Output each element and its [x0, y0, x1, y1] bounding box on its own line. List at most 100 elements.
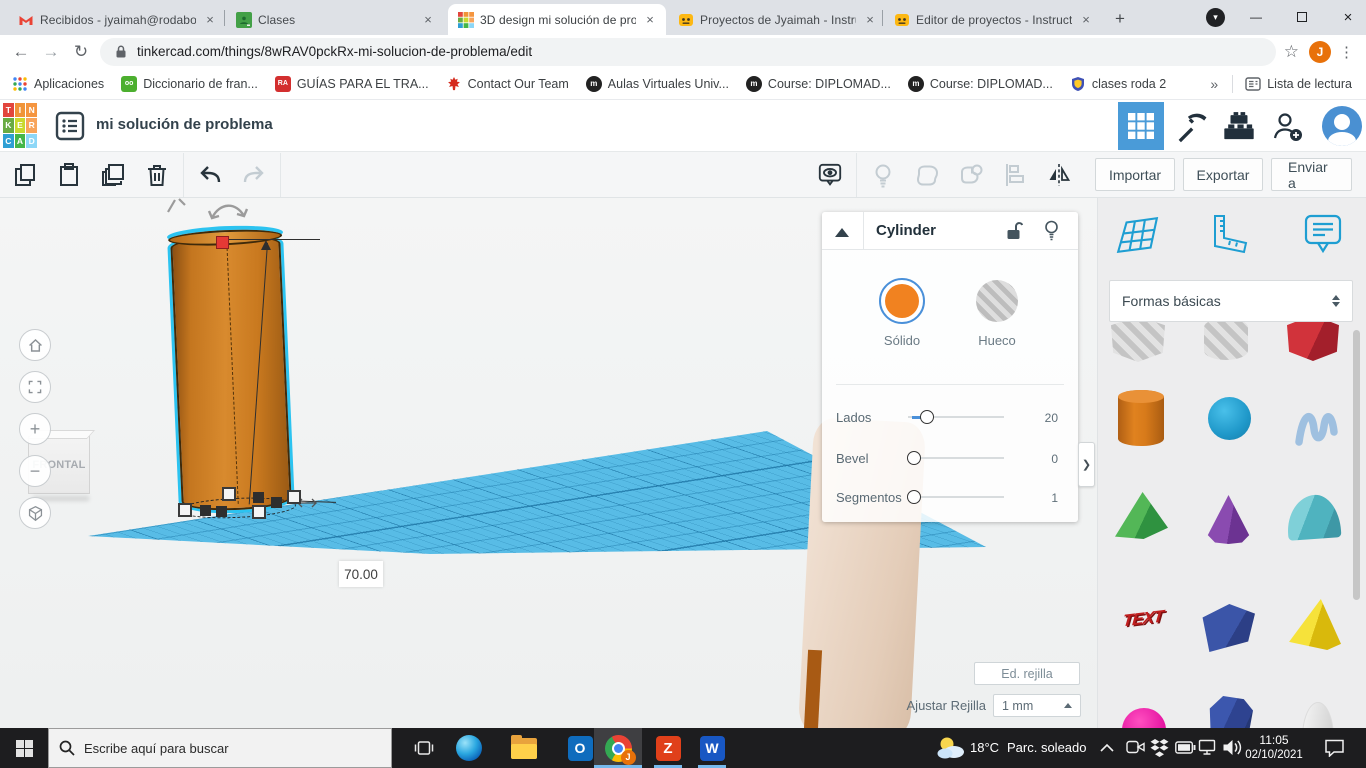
- chrome-taskbar-button[interactable]: J: [594, 728, 642, 768]
- export-button[interactable]: Exportar: [1183, 158, 1263, 191]
- speaker-icon[interactable]: [1222, 738, 1242, 757]
- search-input[interactable]: [84, 740, 364, 756]
- minecraft-mode-button[interactable]: [1168, 102, 1214, 150]
- material-hole-button[interactable]: [976, 280, 1018, 322]
- back-button[interactable]: ←: [6, 42, 36, 62]
- tinkercad-avatar[interactable]: [1322, 106, 1362, 146]
- ruler-tool-icon[interactable]: [1206, 212, 1252, 258]
- design-title[interactable]: mi solución de problema: [96, 116, 273, 133]
- window-close-button[interactable]: ×: [1330, 0, 1366, 34]
- segments-slider-handle[interactable]: [907, 490, 921, 504]
- undo-icon[interactable]: [197, 162, 223, 188]
- window-minimize-button[interactable]: —: [1238, 0, 1274, 34]
- battery-icon[interactable]: [1175, 741, 1196, 754]
- bookmark-course-2[interactable]: m Course: DIPLOMAD...: [907, 75, 1053, 92]
- bevel-slider-track[interactable]: [908, 457, 1004, 459]
- explorer-taskbar-button[interactable]: [504, 728, 544, 768]
- edge-handle[interactable]: [216, 506, 227, 517]
- notes-tool-icon[interactable]: [1302, 212, 1344, 258]
- reading-list-button[interactable]: Lista de lectura: [1245, 76, 1352, 92]
- shape-sphere[interactable]: [1208, 397, 1251, 440]
- align-icon[interactable]: [1002, 162, 1028, 188]
- bulb-icon[interactable]: [870, 162, 896, 188]
- mirror-icon[interactable]: [1046, 162, 1072, 188]
- tray-expand-icon[interactable]: [1100, 743, 1114, 752]
- bookmark-star-icon[interactable]: ☆: [1284, 42, 1299, 62]
- weather-icon[interactable]: [936, 735, 966, 761]
- tab-close-icon[interactable]: ×: [202, 12, 218, 27]
- edge-handle[interactable]: [271, 497, 282, 508]
- shape-paraboloid[interactable]: [1302, 702, 1334, 728]
- corner-handle[interactable]: [287, 490, 301, 504]
- rotate-handle-icon[interactable]: [165, 198, 187, 214]
- reload-button[interactable]: ↻: [66, 42, 96, 62]
- start-button[interactable]: [0, 728, 48, 768]
- task-view-button[interactable]: [404, 728, 444, 768]
- dropbox-icon[interactable]: [1150, 739, 1169, 757]
- height-handle[interactable]: [216, 236, 229, 249]
- taskbar-clock[interactable]: 11:05 02/10/2021: [1240, 728, 1308, 768]
- bookmark-apps[interactable]: Aplicaciones: [12, 76, 104, 92]
- corner-handle[interactable]: [252, 505, 266, 519]
- zotero-taskbar-button[interactable]: Z: [648, 728, 688, 768]
- dimension-value[interactable]: 70.00: [339, 561, 383, 587]
- word-taskbar-button[interactable]: W: [692, 728, 732, 768]
- corner-handle[interactable]: [222, 487, 236, 501]
- bookmark-dictionary[interactable]: oo Diccionario de fran...: [121, 75, 258, 92]
- shape-round-roof[interactable]: [1285, 493, 1342, 541]
- bulb-icon[interactable]: [1044, 220, 1059, 242]
- window-maximize-button[interactable]: [1284, 0, 1320, 34]
- weather-desc[interactable]: Parc. soleado: [1007, 740, 1087, 755]
- tab-tinkercad-active[interactable]: 3D design mi solución de pro ×: [448, 4, 666, 35]
- paste-icon[interactable]: [56, 162, 82, 188]
- shape-cylinder-hole[interactable]: [1204, 318, 1248, 360]
- unlock-icon[interactable]: [1006, 221, 1023, 241]
- bookmark-clases-roda[interactable]: clases roda 2: [1070, 76, 1166, 92]
- shape-text[interactable]: TEXT: [1114, 602, 1172, 636]
- sidebar-collapse-handle[interactable]: ❯: [1078, 442, 1095, 487]
- shape-pyramid[interactable]: [1289, 599, 1341, 650]
- shape-scribble[interactable]: [1292, 396, 1340, 448]
- bookmarks-overflow-icon[interactable]: »: [1210, 76, 1218, 92]
- edge-handle[interactable]: [253, 492, 264, 503]
- workplane-tool-icon[interactable]: [1114, 212, 1160, 258]
- panel-header[interactable]: Cylinder: [822, 212, 1078, 250]
- taskbar-search[interactable]: [48, 728, 392, 768]
- bookmark-guias[interactable]: RA GUÍAS PARA EL TRA...: [274, 75, 429, 92]
- edit-grid-button[interactable]: Ed. rejilla: [974, 662, 1080, 685]
- tab-close-icon[interactable]: ×: [1078, 12, 1094, 27]
- sides-slider-handle[interactable]: [920, 410, 934, 424]
- address-bar[interactable]: tinkercad.com/things/8wRAV0pckRx-mi-solu…: [100, 37, 1276, 66]
- shape-polygon[interactable]: [1202, 604, 1255, 652]
- edge-handle[interactable]: [200, 505, 211, 516]
- edge-taskbar-button[interactable]: [449, 728, 489, 768]
- new-tab-button[interactable]: +: [1108, 8, 1132, 32]
- group-icon[interactable]: [914, 162, 940, 188]
- browser-profile-avatar[interactable]: J: [1309, 40, 1331, 63]
- tab-instructables-1[interactable]: Proyectos de Jyaimah - Instru ×: [668, 4, 886, 35]
- shape-half-sphere[interactable]: [1122, 708, 1166, 728]
- invite-collaborator-button[interactable]: [1264, 102, 1310, 150]
- browser-update-icon[interactable]: ▾: [1206, 8, 1225, 27]
- forward-button[interactable]: →: [36, 42, 66, 62]
- tab-close-icon[interactable]: ×: [862, 12, 878, 27]
- tab-gmail[interactable]: Recibidos - jyaimah@rodabo ×: [8, 4, 226, 35]
- shape-roof[interactable]: [1115, 492, 1168, 539]
- shape-category-dropdown[interactable]: Formas básicas: [1109, 280, 1353, 322]
- bookmark-aulas[interactable]: m Aulas Virtuales Univ...: [585, 75, 729, 92]
- shape-box-hole[interactable]: [1111, 316, 1165, 362]
- network-icon[interactable]: [1198, 739, 1216, 756]
- material-solid-button[interactable]: [879, 278, 925, 324]
- tab-close-icon[interactable]: ×: [420, 12, 436, 27]
- perspective-toggle-button[interactable]: [19, 497, 51, 529]
- corner-handle[interactable]: [178, 503, 192, 517]
- send-to-button[interactable]: Enviar a: [1271, 158, 1352, 191]
- redo-icon[interactable]: [241, 162, 267, 188]
- viewport-3d[interactable]: FRONTAL + − 70.00 Cylinder Sólido Hueco …: [0, 198, 1097, 728]
- snap-grid-dropdown[interactable]: 1 mm: [993, 694, 1081, 717]
- tab-close-icon[interactable]: ×: [642, 12, 658, 27]
- duplicate-icon[interactable]: [100, 162, 126, 188]
- design-menu-icon[interactable]: [55, 111, 85, 141]
- fit-view-button[interactable]: [19, 371, 51, 403]
- bevel-slider-handle[interactable]: [907, 451, 921, 465]
